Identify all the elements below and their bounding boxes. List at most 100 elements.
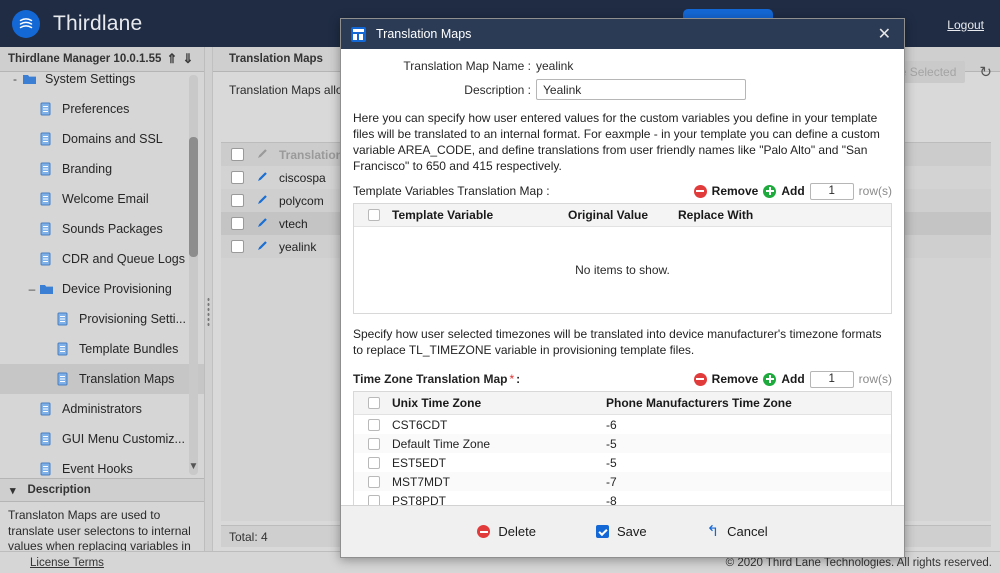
- timezone-row-checkbox[interactable]: [368, 495, 380, 506]
- description-input[interactable]: [536, 79, 746, 100]
- timezone-label: Time Zone Translation Map: [353, 372, 507, 386]
- pencil-icon[interactable]: [256, 239, 269, 255]
- timezone-row-checkbox[interactable]: [368, 419, 380, 431]
- sidebar-item-label: Preferences: [62, 102, 129, 116]
- timezone-actions: Remove Add row(s): [694, 371, 892, 388]
- timezone-row-checkbox[interactable]: [368, 476, 380, 488]
- timezone-row[interactable]: CST6CDT-6: [354, 415, 891, 434]
- undo-arrow-icon: ↰: [707, 525, 720, 538]
- timezone-select-all-checkbox[interactable]: [368, 397, 380, 409]
- sidebar-item-template-bundles[interactable]: Template Bundles: [0, 334, 204, 364]
- template-rows-input[interactable]: [810, 183, 854, 200]
- timezone-row[interactable]: EST5EDT-5: [354, 453, 891, 472]
- timezone-rows-input[interactable]: [810, 371, 854, 388]
- sidebar-item-label: GUI Menu Customiz...: [62, 432, 185, 446]
- sidebar-item-domains-and-ssl[interactable]: Domains and SSL: [0, 124, 204, 154]
- template-select-all-checkbox[interactable]: [368, 209, 380, 221]
- minus-circle-icon: [477, 525, 490, 538]
- page-icon: [39, 222, 56, 237]
- cancel-button[interactable]: ↰ Cancel: [707, 524, 768, 539]
- timezone-add-button[interactable]: Add: [781, 372, 804, 386]
- select-all-checkbox[interactable]: [231, 148, 244, 161]
- minus-circle-icon[interactable]: [694, 185, 707, 198]
- splitter-grip-icon: [207, 297, 210, 327]
- sidebar-item-branding[interactable]: Branding: [0, 154, 204, 184]
- sidebar-scroll-down-arrow[interactable]: ▼: [188, 461, 199, 473]
- page-icon: [56, 342, 73, 357]
- panel-splitter[interactable]: [205, 47, 213, 551]
- row-checkbox[interactable]: [231, 217, 244, 230]
- logout-link[interactable]: Logout: [947, 18, 984, 32]
- sidebar-scrollbar-track[interactable]: [189, 75, 198, 475]
- table-icon: [351, 27, 366, 42]
- timezone-offset-cell: -5: [606, 456, 617, 470]
- pencil-icon[interactable]: [256, 170, 269, 186]
- sidebar-item-translation-maps[interactable]: Translation Maps: [0, 364, 204, 394]
- template-variables-section-bar: Template Variables Translation Map : Rem…: [353, 182, 892, 200]
- description-panel-header[interactable]: ▾ Description: [0, 478, 204, 502]
- dialog-body: Translation Map Name : yealink Descripti…: [341, 49, 904, 505]
- timezone-row[interactable]: PST8PDT-8: [354, 491, 891, 505]
- sidebar-item-system-settings[interactable]: -System Settings: [0, 64, 204, 94]
- sidebar-item-provisioning-setti[interactable]: Provisioning Setti...: [0, 304, 204, 334]
- chevron-down-icon: ▾: [10, 484, 16, 497]
- timezone-row[interactable]: Default Time Zone-5: [354, 434, 891, 453]
- dialog-title-bar: Translation Maps ✕: [341, 19, 904, 49]
- page-icon: [39, 162, 56, 177]
- plus-circle-icon[interactable]: [763, 185, 776, 198]
- tree-collapse-icon[interactable]: -: [8, 72, 22, 86]
- sidebar-item-label: Device Provisioning: [62, 282, 172, 296]
- timezone-col-unix: Unix Time Zone: [392, 396, 606, 410]
- template-col-variable: Template Variable: [392, 208, 568, 222]
- timezone-grid-header: Unix Time Zone Phone Manufacturers Time …: [354, 392, 891, 415]
- translation-maps-dialog: Translation Maps ✕ Translation Map Name …: [340, 18, 905, 558]
- template-add-button[interactable]: Add: [781, 184, 804, 198]
- row-checkbox[interactable]: [231, 194, 244, 207]
- minus-circle-icon[interactable]: [694, 373, 707, 386]
- map-name-cell: polycom: [279, 194, 324, 208]
- sidebar-tree: -System Settings Preferences Domains and S…: [0, 64, 204, 478]
- sidebar-item-label: Template Bundles: [79, 342, 178, 356]
- plus-circle-icon[interactable]: [763, 373, 776, 386]
- timezone-unix-cell: Default Time Zone: [392, 437, 606, 451]
- template-col-original: Original Value: [568, 208, 678, 222]
- license-terms-link[interactable]: License Terms: [30, 557, 104, 569]
- pencil-icon[interactable]: [256, 216, 269, 232]
- cancel-button-label: Cancel: [727, 524, 767, 539]
- sidebar-item-event-hooks[interactable]: Event Hooks: [0, 454, 204, 478]
- page-icon: [39, 102, 56, 117]
- sidebar-scrollbar-thumb[interactable]: [189, 137, 198, 257]
- sidebar-item-label: Provisioning Setti...: [79, 312, 186, 326]
- tree-collapse-icon[interactable]: –: [25, 282, 39, 296]
- pencil-icon[interactable]: [256, 193, 269, 209]
- sidebar-item-device-provisioning[interactable]: – Device Provisioning: [0, 274, 204, 304]
- sidebar-item-cdr-and-queue-logs[interactable]: CDR and Queue Logs: [0, 244, 204, 274]
- timezone-unix-cell: PST8PDT: [392, 494, 606, 506]
- timezone-row-checkbox[interactable]: [368, 438, 380, 450]
- refresh-icon[interactable]: ↻: [979, 63, 992, 81]
- map-name-cell: yealink: [279, 240, 316, 254]
- template-remove-button[interactable]: Remove: [712, 184, 759, 198]
- application-window: Thirdlane Logout Thirdlane Manager 10.0.…: [0, 0, 1000, 573]
- sidebar-item-welcome-email[interactable]: Welcome Email: [0, 184, 204, 214]
- sidebar-item-label: CDR and Queue Logs: [62, 252, 185, 266]
- template-variables-grid: Template Variable Original Value Replace…: [353, 203, 892, 314]
- row-checkbox[interactable]: [231, 240, 244, 253]
- row-checkbox[interactable]: [231, 171, 244, 184]
- map-name-row: Translation Map Name : yealink: [351, 59, 894, 73]
- sidebar-item-administrators[interactable]: Administrators: [0, 394, 204, 424]
- sidebar-item-gui-menu-customiz[interactable]: GUI Menu Customiz...: [0, 424, 204, 454]
- timezone-row[interactable]: MST7MDT-7: [354, 472, 891, 491]
- description-panel-title: Description: [28, 484, 91, 496]
- sidebar-item-preferences[interactable]: Preferences: [0, 94, 204, 124]
- timezone-row-checkbox[interactable]: [368, 457, 380, 469]
- sidebar-item-label: Event Hooks: [62, 462, 133, 476]
- delete-button-label: Delete: [498, 524, 536, 539]
- sidebar-item-label: Translation Maps: [79, 372, 174, 386]
- close-icon[interactable]: ✕: [875, 24, 894, 44]
- save-button[interactable]: Save: [596, 524, 647, 539]
- timezone-remove-button[interactable]: Remove: [712, 372, 759, 386]
- delete-button[interactable]: Delete: [477, 524, 536, 539]
- sidebar-item-sounds-packages[interactable]: Sounds Packages: [0, 214, 204, 244]
- map-name-cell: vtech: [279, 217, 308, 231]
